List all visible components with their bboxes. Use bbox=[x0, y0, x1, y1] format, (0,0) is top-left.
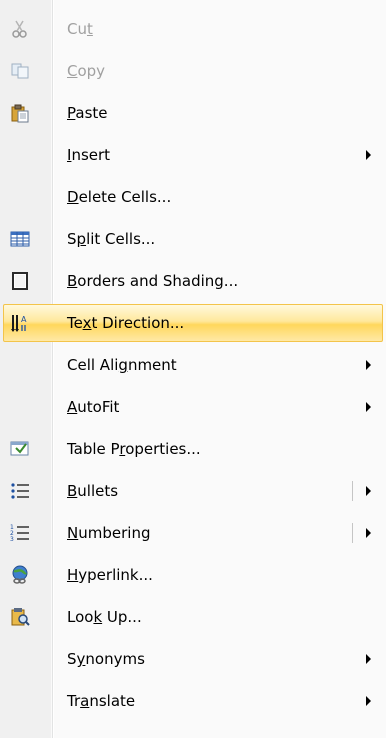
copy-icon bbox=[10, 61, 30, 81]
menu-item-label: Text Direction... bbox=[67, 314, 185, 332]
menu-item-cut: Cut bbox=[3, 10, 383, 48]
menu-item-synonyms[interactable]: Synonyms bbox=[3, 640, 383, 678]
text-direction-icon: A bbox=[10, 313, 30, 333]
submenu-arrow-icon[interactable] bbox=[366, 486, 371, 496]
svg-text:A: A bbox=[21, 315, 27, 324]
menu-item-label: Delete Cells... bbox=[67, 188, 172, 206]
submenu-arrow-icon[interactable] bbox=[366, 696, 371, 706]
menu-item-label: Cell Alignment bbox=[67, 356, 177, 374]
menu-item-label: Copy bbox=[67, 62, 106, 80]
submenu-arrow-icon[interactable] bbox=[366, 360, 371, 370]
submenu-arrow-icon[interactable] bbox=[366, 150, 371, 160]
menu-item-numbering[interactable]: 1 2 3 Numbering bbox=[3, 514, 383, 552]
paste-icon bbox=[10, 103, 30, 123]
submenu-arrow-icon[interactable] bbox=[366, 402, 371, 412]
hyperlink-globe-icon bbox=[10, 565, 30, 585]
split-divider bbox=[352, 481, 353, 501]
menu-item-delete-cells[interactable]: Delete Cells... bbox=[3, 178, 383, 216]
menu-item-autofit[interactable]: AutoFit bbox=[3, 388, 383, 426]
menu-item-insert[interactable]: Insert bbox=[3, 136, 383, 174]
table-grid-icon bbox=[10, 229, 30, 249]
svg-text:3: 3 bbox=[10, 536, 14, 543]
menu-item-cell-alignment[interactable]: Cell Alignment bbox=[3, 346, 383, 384]
submenu-arrow-icon[interactable] bbox=[366, 528, 371, 538]
menu-item-label: Bullets bbox=[67, 482, 119, 500]
submenu-arrow-icon[interactable] bbox=[366, 654, 371, 664]
menu-item-label: Synonyms bbox=[67, 650, 145, 668]
menu-item-copy: Copy bbox=[3, 52, 383, 90]
menu-item-label: Paste bbox=[67, 104, 108, 122]
menu-item-bullets[interactable]: Bullets bbox=[3, 472, 383, 510]
border-box-icon bbox=[10, 271, 30, 291]
context-menu: Cut Copy Paste Insert Delete Cells... Split C… bbox=[0, 0, 386, 738]
menu-item-table-properties[interactable]: Table Properties... bbox=[3, 430, 383, 468]
table-properties-icon bbox=[10, 439, 30, 459]
menu-item-label: Numbering bbox=[67, 524, 151, 542]
menu-item-text-direction[interactable]: A Text Direction... bbox=[3, 304, 383, 342]
menu-item-borders-and-shading[interactable]: Borders and Shading... bbox=[3, 262, 383, 300]
research-icon bbox=[10, 607, 30, 627]
menu-item-label: Borders and Shading... bbox=[67, 272, 239, 290]
split-divider bbox=[352, 523, 353, 543]
menu-item-look-up[interactable]: Look Up... bbox=[3, 598, 383, 636]
menu-item-label: Split Cells... bbox=[67, 230, 156, 248]
menu-item-hyperlink[interactable]: Hyperlink... bbox=[3, 556, 383, 594]
menu-item-label: Cut bbox=[67, 20, 93, 38]
menu-item-translate[interactable]: Translate bbox=[3, 682, 383, 720]
menu-item-split-cells[interactable]: Split Cells... bbox=[3, 220, 383, 258]
menu-item-paste[interactable]: Paste bbox=[3, 94, 383, 132]
bullets-icon bbox=[10, 481, 30, 501]
menu-item-label: Table Properties... bbox=[67, 440, 201, 458]
scissors-icon bbox=[10, 19, 30, 39]
menu-item-label: Look Up... bbox=[67, 608, 142, 626]
menu-item-label: Insert bbox=[67, 146, 111, 164]
menu-item-label: Hyperlink... bbox=[67, 566, 153, 584]
menu-item-label: AutoFit bbox=[67, 398, 120, 416]
menu-item-label: Translate bbox=[67, 692, 136, 710]
numbering-icon: 123 bbox=[10, 523, 30, 543]
